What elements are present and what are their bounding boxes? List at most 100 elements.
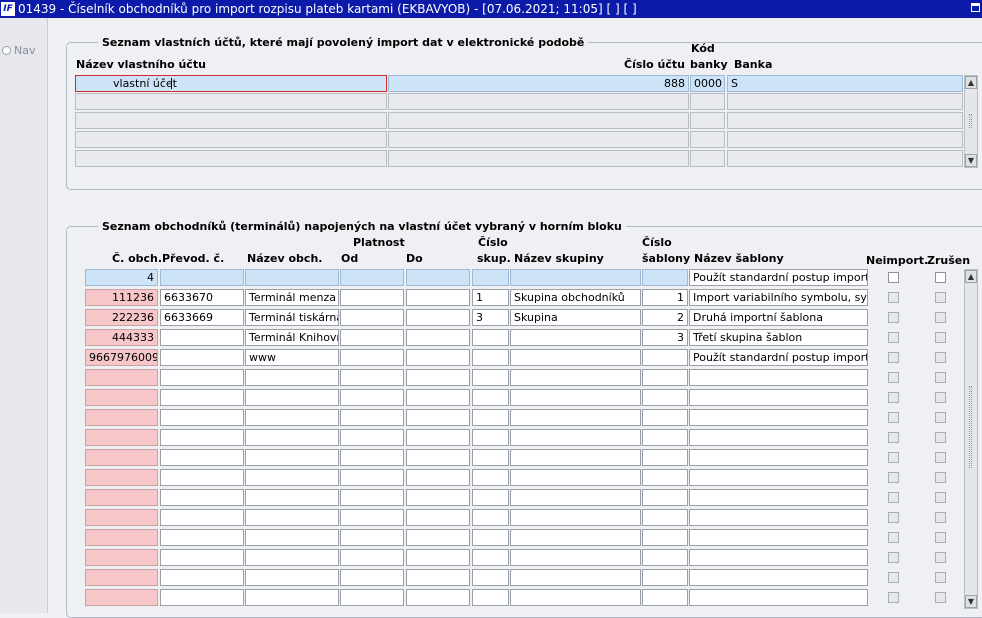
template-no-field[interactable]: 3	[642, 329, 688, 346]
transfer-no-field[interactable]	[160, 589, 244, 606]
valid-to-field[interactable]	[406, 369, 470, 386]
template-no-field[interactable]	[642, 369, 688, 386]
valid-to-field[interactable]	[406, 509, 470, 526]
bank-field[interactable]	[727, 112, 963, 129]
no-import-checkbox[interactable]	[888, 492, 899, 503]
merchant-no-field[interactable]	[85, 389, 158, 406]
merchant-name-field[interactable]: www	[245, 349, 339, 366]
bank-code-field[interactable]	[690, 93, 725, 110]
template-no-field[interactable]	[642, 409, 688, 426]
transfer-no-field[interactable]	[160, 449, 244, 466]
no-import-checkbox[interactable]	[888, 392, 899, 403]
template-no-field[interactable]	[642, 469, 688, 486]
group-name-field[interactable]	[510, 389, 641, 406]
group-name-field[interactable]	[510, 509, 641, 526]
group-name-field[interactable]	[510, 349, 641, 366]
group-no-field[interactable]: 3	[472, 309, 509, 326]
cancelled-checkbox[interactable]	[935, 392, 946, 403]
account-name-field[interactable]	[75, 150, 387, 167]
transfer-no-field[interactable]	[160, 529, 244, 546]
cancelled-checkbox[interactable]	[935, 352, 946, 363]
merchant-name-field[interactable]	[245, 429, 339, 446]
scroll-down-icon[interactable]: ▼	[965, 595, 977, 608]
transfer-no-field[interactable]: 6633670	[160, 289, 244, 306]
valid-from-field[interactable]	[340, 349, 404, 366]
template-name-field[interactable]: Druhá importní šablona	[689, 309, 868, 326]
group-name-field[interactable]	[510, 409, 641, 426]
valid-to-field[interactable]	[406, 469, 470, 486]
cancelled-checkbox[interactable]	[935, 592, 946, 603]
no-import-checkbox[interactable]	[888, 412, 899, 423]
group-no-field[interactable]	[472, 509, 509, 526]
template-name-field[interactable]	[689, 369, 868, 386]
nav-radio[interactable]	[2, 46, 11, 55]
merchant-name-field[interactable]	[245, 529, 339, 546]
cancelled-checkbox[interactable]	[935, 572, 946, 583]
valid-from-field[interactable]	[340, 569, 404, 586]
bank-code-field[interactable]	[690, 150, 725, 167]
scroll-up-icon[interactable]: ▲	[965, 270, 977, 283]
cancelled-checkbox[interactable]	[935, 312, 946, 323]
template-name-field[interactable]	[689, 489, 868, 506]
group-name-field[interactable]	[510, 569, 641, 586]
template-no-field[interactable]: 2	[642, 309, 688, 326]
group-no-field[interactable]	[472, 369, 509, 386]
merchant-no-field[interactable]	[85, 369, 158, 386]
valid-to-field[interactable]	[406, 409, 470, 426]
template-name-field[interactable]	[689, 389, 868, 406]
cancelled-checkbox[interactable]	[935, 452, 946, 463]
merchant-no-field[interactable]	[85, 429, 158, 446]
bank-code-field[interactable]	[690, 112, 725, 129]
account-number-field[interactable]	[388, 93, 689, 110]
merchant-no-field[interactable]	[85, 409, 158, 426]
valid-from-field[interactable]	[340, 409, 404, 426]
template-no-field[interactable]	[642, 449, 688, 466]
cancelled-checkbox[interactable]	[935, 492, 946, 503]
template-name-field[interactable]	[689, 549, 868, 566]
no-import-checkbox[interactable]	[888, 552, 899, 563]
valid-from-field[interactable]	[340, 329, 404, 346]
valid-from-field[interactable]	[340, 529, 404, 546]
template-no-field[interactable]	[642, 509, 688, 526]
bank-field[interactable]	[727, 150, 963, 167]
account-number-field[interactable]	[388, 131, 689, 148]
group-name-field[interactable]	[510, 489, 641, 506]
merchant-name-field[interactable]: Terminál menza	[245, 289, 339, 306]
accounts-scrollbar[interactable]: ▲ ▼	[964, 75, 978, 168]
cancelled-checkbox[interactable]	[935, 512, 946, 523]
valid-to-field[interactable]	[406, 589, 470, 606]
merchant-name-field[interactable]	[245, 509, 339, 526]
group-no-field[interactable]	[472, 469, 509, 486]
valid-to-field[interactable]	[406, 569, 470, 586]
scroll-down-icon[interactable]: ▼	[965, 154, 977, 167]
merchant-name-field[interactable]	[245, 469, 339, 486]
no-import-checkbox[interactable]	[888, 512, 899, 523]
cancelled-checkbox[interactable]	[935, 332, 946, 343]
valid-from-field[interactable]	[340, 509, 404, 526]
merchant-name-field[interactable]	[245, 449, 339, 466]
bank-field[interactable]	[727, 93, 963, 110]
group-no-field[interactable]	[472, 389, 509, 406]
group-no-field[interactable]	[472, 589, 509, 606]
restore-window-icon[interactable]	[971, 3, 980, 12]
scrollbar-grip[interactable]	[969, 114, 972, 128]
transfer-no-field[interactable]	[160, 569, 244, 586]
no-import-checkbox[interactable]	[888, 452, 899, 463]
valid-to-field[interactable]	[406, 549, 470, 566]
valid-from-field[interactable]	[340, 289, 404, 306]
template-no-field[interactable]	[642, 549, 688, 566]
transfer-no-field[interactable]	[160, 349, 244, 366]
merchant-no-field[interactable]	[85, 489, 158, 506]
group-no-field[interactable]	[472, 489, 509, 506]
template-name-field[interactable]: Použít standardní postup importu	[689, 349, 868, 366]
group-no-field[interactable]	[472, 349, 509, 366]
template-name-field[interactable]: Použít standardní postup importu	[689, 269, 868, 286]
cancelled-checkbox[interactable]	[935, 372, 946, 383]
no-import-checkbox[interactable]	[888, 292, 899, 303]
transfer-no-field[interactable]	[160, 429, 244, 446]
template-no-field[interactable]	[642, 489, 688, 506]
transfer-no-field[interactable]	[160, 389, 244, 406]
valid-from-field[interactable]	[340, 309, 404, 326]
template-no-field[interactable]: 1	[642, 289, 688, 306]
merchant-no-field[interactable]	[85, 589, 158, 606]
